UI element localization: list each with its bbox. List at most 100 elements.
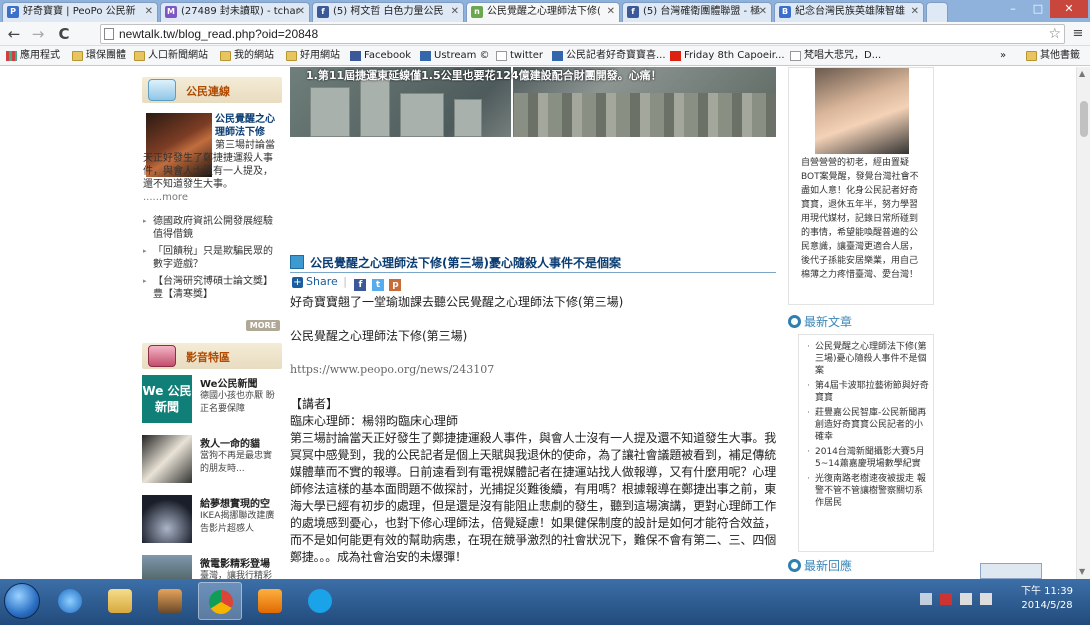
bookmark-facebook[interactable]: Facebook bbox=[350, 48, 411, 64]
video-item[interactable]: 給夢想實現的空 IKEA揭挪聯改建廣告影片超感人 bbox=[142, 495, 282, 547]
bookmark-label: 我的網站 bbox=[234, 50, 274, 61]
taskbar-app[interactable] bbox=[148, 582, 192, 620]
latest-article-link[interactable]: 光復南路老樹速夜被拔走 報警不管不管讓樹警察關切系作居民 bbox=[807, 473, 931, 509]
video-thumbnail[interactable] bbox=[142, 555, 192, 579]
clock[interactable]: 下午 11:39 2014/5/28 bbox=[1012, 585, 1082, 613]
latest-article-link[interactable]: 2014台灣新聞攝影大賽5月5~14蕭嘉慶現場數學紀實 bbox=[807, 446, 931, 470]
bookmark-env[interactable]: 環保團體 bbox=[72, 48, 126, 64]
new-tab-button[interactable] bbox=[926, 2, 948, 22]
video-item[interactable]: 救人一命的貓 當狗不再是最忠實的朋友時... bbox=[142, 435, 282, 487]
scrollbar-thumb[interactable] bbox=[1080, 101, 1088, 137]
close-window-button[interactable]: ✕ bbox=[1050, 0, 1088, 18]
tab-close-icon[interactable]: ✕ bbox=[911, 3, 919, 21]
list-item[interactable]: 「回饋稅」只是欺騙民眾的數字遊戲？ bbox=[143, 245, 281, 271]
bookmarks-overflow-button[interactable]: » bbox=[1000, 48, 1006, 64]
tab-mail[interactable]: M (27489 封未讀取) - tchar ✕ bbox=[160, 2, 310, 22]
latest-article-link[interactable]: 公民覺醒之心理師法下修(第三場)憂心隨殺人事件不是個案 bbox=[807, 341, 931, 377]
bookmark-news[interactable]: 人口新聞網站 bbox=[134, 48, 208, 64]
latest-articles-header: 最新文章 bbox=[788, 313, 934, 331]
bookmark-label: twitter bbox=[510, 50, 543, 61]
video-title[interactable]: 救人一命的貓 bbox=[200, 435, 260, 450]
address-bar[interactable]: newtalk.tw/blog_read.php?oid=20848 ☆ bbox=[100, 24, 1065, 44]
article-link[interactable]: https://www.peopo.org/news/243107 bbox=[290, 363, 776, 377]
twitter-share-icon[interactable]: t bbox=[371, 279, 384, 291]
bookmark-label: 人口新聞網站 bbox=[148, 50, 208, 61]
language-bar[interactable] bbox=[980, 563, 1042, 579]
list-item[interactable]: 德國政府資訊公開發展經驗值得借鏡 bbox=[143, 215, 281, 241]
tab-facebook-union[interactable]: f (5) 台灣確衛團體聯盟 - 極 ✕ bbox=[622, 2, 772, 22]
section-title: 公民連線 bbox=[186, 85, 230, 98]
bookmark-star-icon[interactable]: ☆ bbox=[1048, 25, 1061, 43]
bookmark-useful[interactable]: 好用網站 bbox=[286, 48, 340, 64]
video-title[interactable]: 給夢想實現的空 bbox=[200, 495, 270, 510]
video-title[interactable]: 微電影精彩登場 bbox=[200, 555, 270, 570]
scroll-up-icon[interactable]: ▲ bbox=[1079, 69, 1085, 78]
bookmark-peopo[interactable]: 公民記者好奇寶寶喜... bbox=[552, 48, 666, 64]
bookmark-label: Ustream © bbox=[434, 50, 490, 61]
bookmark-chant[interactable]: 梵唱大悲咒，D... bbox=[790, 48, 881, 64]
tab-facebook-ko[interactable]: f (5) 柯文哲 白色力量公民 ✕ bbox=[312, 2, 464, 22]
tab-memorial[interactable]: B 紀念台灣民族英雄陳智雄 ✕ bbox=[774, 2, 924, 22]
video-title[interactable]: We公民新聞 bbox=[200, 375, 257, 390]
featured-title-link[interactable]: 公民覺醒之心理師法下修 bbox=[215, 113, 281, 139]
video-item[interactable]: We 公民新聞 We公民新聞 德國小孩也亦厭 盼正名要保障 bbox=[142, 375, 282, 427]
tab-close-icon[interactable]: ✕ bbox=[607, 3, 615, 21]
volume-icon[interactable] bbox=[980, 593, 992, 605]
video-thumbnail[interactable] bbox=[142, 495, 192, 543]
tab-close-icon[interactable]: ✕ bbox=[145, 3, 153, 21]
taskbar-explorer[interactable] bbox=[98, 582, 142, 620]
maximize-button[interactable]: □ bbox=[1026, 0, 1050, 18]
back-button[interactable]: ← bbox=[4, 24, 24, 44]
forward-button[interactable]: → bbox=[28, 24, 48, 44]
video-item[interactable]: 微電影精彩登場 臺灣，讓我行精彩 bbox=[142, 555, 282, 579]
author-photo[interactable] bbox=[815, 68, 909, 154]
video-thumbnail[interactable] bbox=[142, 435, 192, 483]
more-button[interactable]: MORE bbox=[246, 320, 280, 331]
citizen-section-header: 公民連線 bbox=[142, 77, 282, 103]
bookmark-apps[interactable]: 應用程式 bbox=[6, 48, 60, 64]
tab-label: 公民覺醒之心理師法下修( bbox=[487, 6, 601, 17]
scroll-down-icon[interactable]: ▼ bbox=[1079, 567, 1085, 576]
network-icon[interactable] bbox=[960, 593, 972, 605]
page-icon bbox=[496, 51, 507, 61]
tab-peopo[interactable]: P 好奇寶寶 | PeoPo 公民新 ✕ bbox=[2, 2, 158, 22]
taskbar-skype[interactable] bbox=[298, 582, 342, 620]
folder-icon bbox=[220, 51, 231, 61]
tab-close-icon[interactable]: ✕ bbox=[451, 3, 459, 21]
taskbar-ie[interactable] bbox=[48, 582, 92, 620]
folder-icon bbox=[108, 589, 132, 613]
bookmark-youtube[interactable]: Friday 8th Capoeir... bbox=[670, 48, 785, 64]
video-thumbnail[interactable]: We 公民新聞 bbox=[142, 375, 192, 423]
page-scrollbar[interactable]: ▲ ▼ bbox=[1076, 67, 1090, 579]
latest-article-link[interactable]: 莊豐嘉公民智庫-公民新聞再創造好奇寶寶公民記者的小確幸 bbox=[807, 407, 931, 443]
bookmark-ustream[interactable]: Ustream © bbox=[420, 48, 490, 64]
bookmark-mysites[interactable]: 我的網站 bbox=[220, 48, 274, 64]
plus-icon[interactable]: + bbox=[292, 277, 303, 288]
taskbar-media[interactable] bbox=[248, 582, 292, 620]
latest-articles-list: 公民覺醒之心理師法下修(第三場)憂心隨殺人事件不是個案 第4屆卡波耶拉藝術節與好… bbox=[807, 341, 931, 512]
security-icon[interactable] bbox=[940, 593, 952, 605]
latest-article-link[interactable]: 第4屆卡波耶拉藝術節與好奇寶寶 bbox=[807, 380, 931, 404]
flag-icon[interactable] bbox=[920, 593, 932, 605]
clock-date: 2014/5/28 bbox=[1021, 600, 1073, 611]
bookmark-twitter[interactable]: twitter bbox=[496, 48, 543, 64]
taskbar-chrome[interactable] bbox=[198, 582, 242, 620]
blog-favicon-icon: B bbox=[779, 6, 791, 18]
bookmark-other[interactable]: 其他書籤 bbox=[1026, 48, 1080, 64]
tab-close-icon[interactable]: ✕ bbox=[759, 3, 767, 21]
bookmark-label: 梵唱大悲咒，D... bbox=[804, 50, 882, 61]
share-button[interactable]: Share bbox=[306, 275, 338, 288]
tab-newtalk-active[interactable]: n 公民覺醒之心理師法下修( ✕ bbox=[466, 2, 620, 22]
tab-close-icon[interactable]: ✕ bbox=[297, 3, 305, 21]
more-link[interactable]: ......more bbox=[143, 192, 188, 203]
facebook-share-icon[interactable]: f bbox=[354, 279, 367, 291]
minimize-button[interactable]: – bbox=[1000, 0, 1026, 18]
plurk-share-icon[interactable]: p bbox=[389, 279, 402, 291]
reload-button[interactable]: C bbox=[54, 24, 74, 44]
featured-excerpt-text: 第三場討論當天正好發生了鄭捷捷運殺人事件，與會人士沒有一人提及，還不知道發生大事… bbox=[143, 140, 275, 190]
divider: | bbox=[343, 275, 347, 288]
start-button[interactable] bbox=[4, 583, 40, 619]
menu-icon[interactable]: ≡ bbox=[1068, 24, 1088, 44]
list-item[interactable]: 【台灣研究博碩士論文獎】豊【清寒獎】 bbox=[143, 275, 281, 301]
bookmark-label: Friday 8th Capoeir... bbox=[684, 50, 785, 61]
